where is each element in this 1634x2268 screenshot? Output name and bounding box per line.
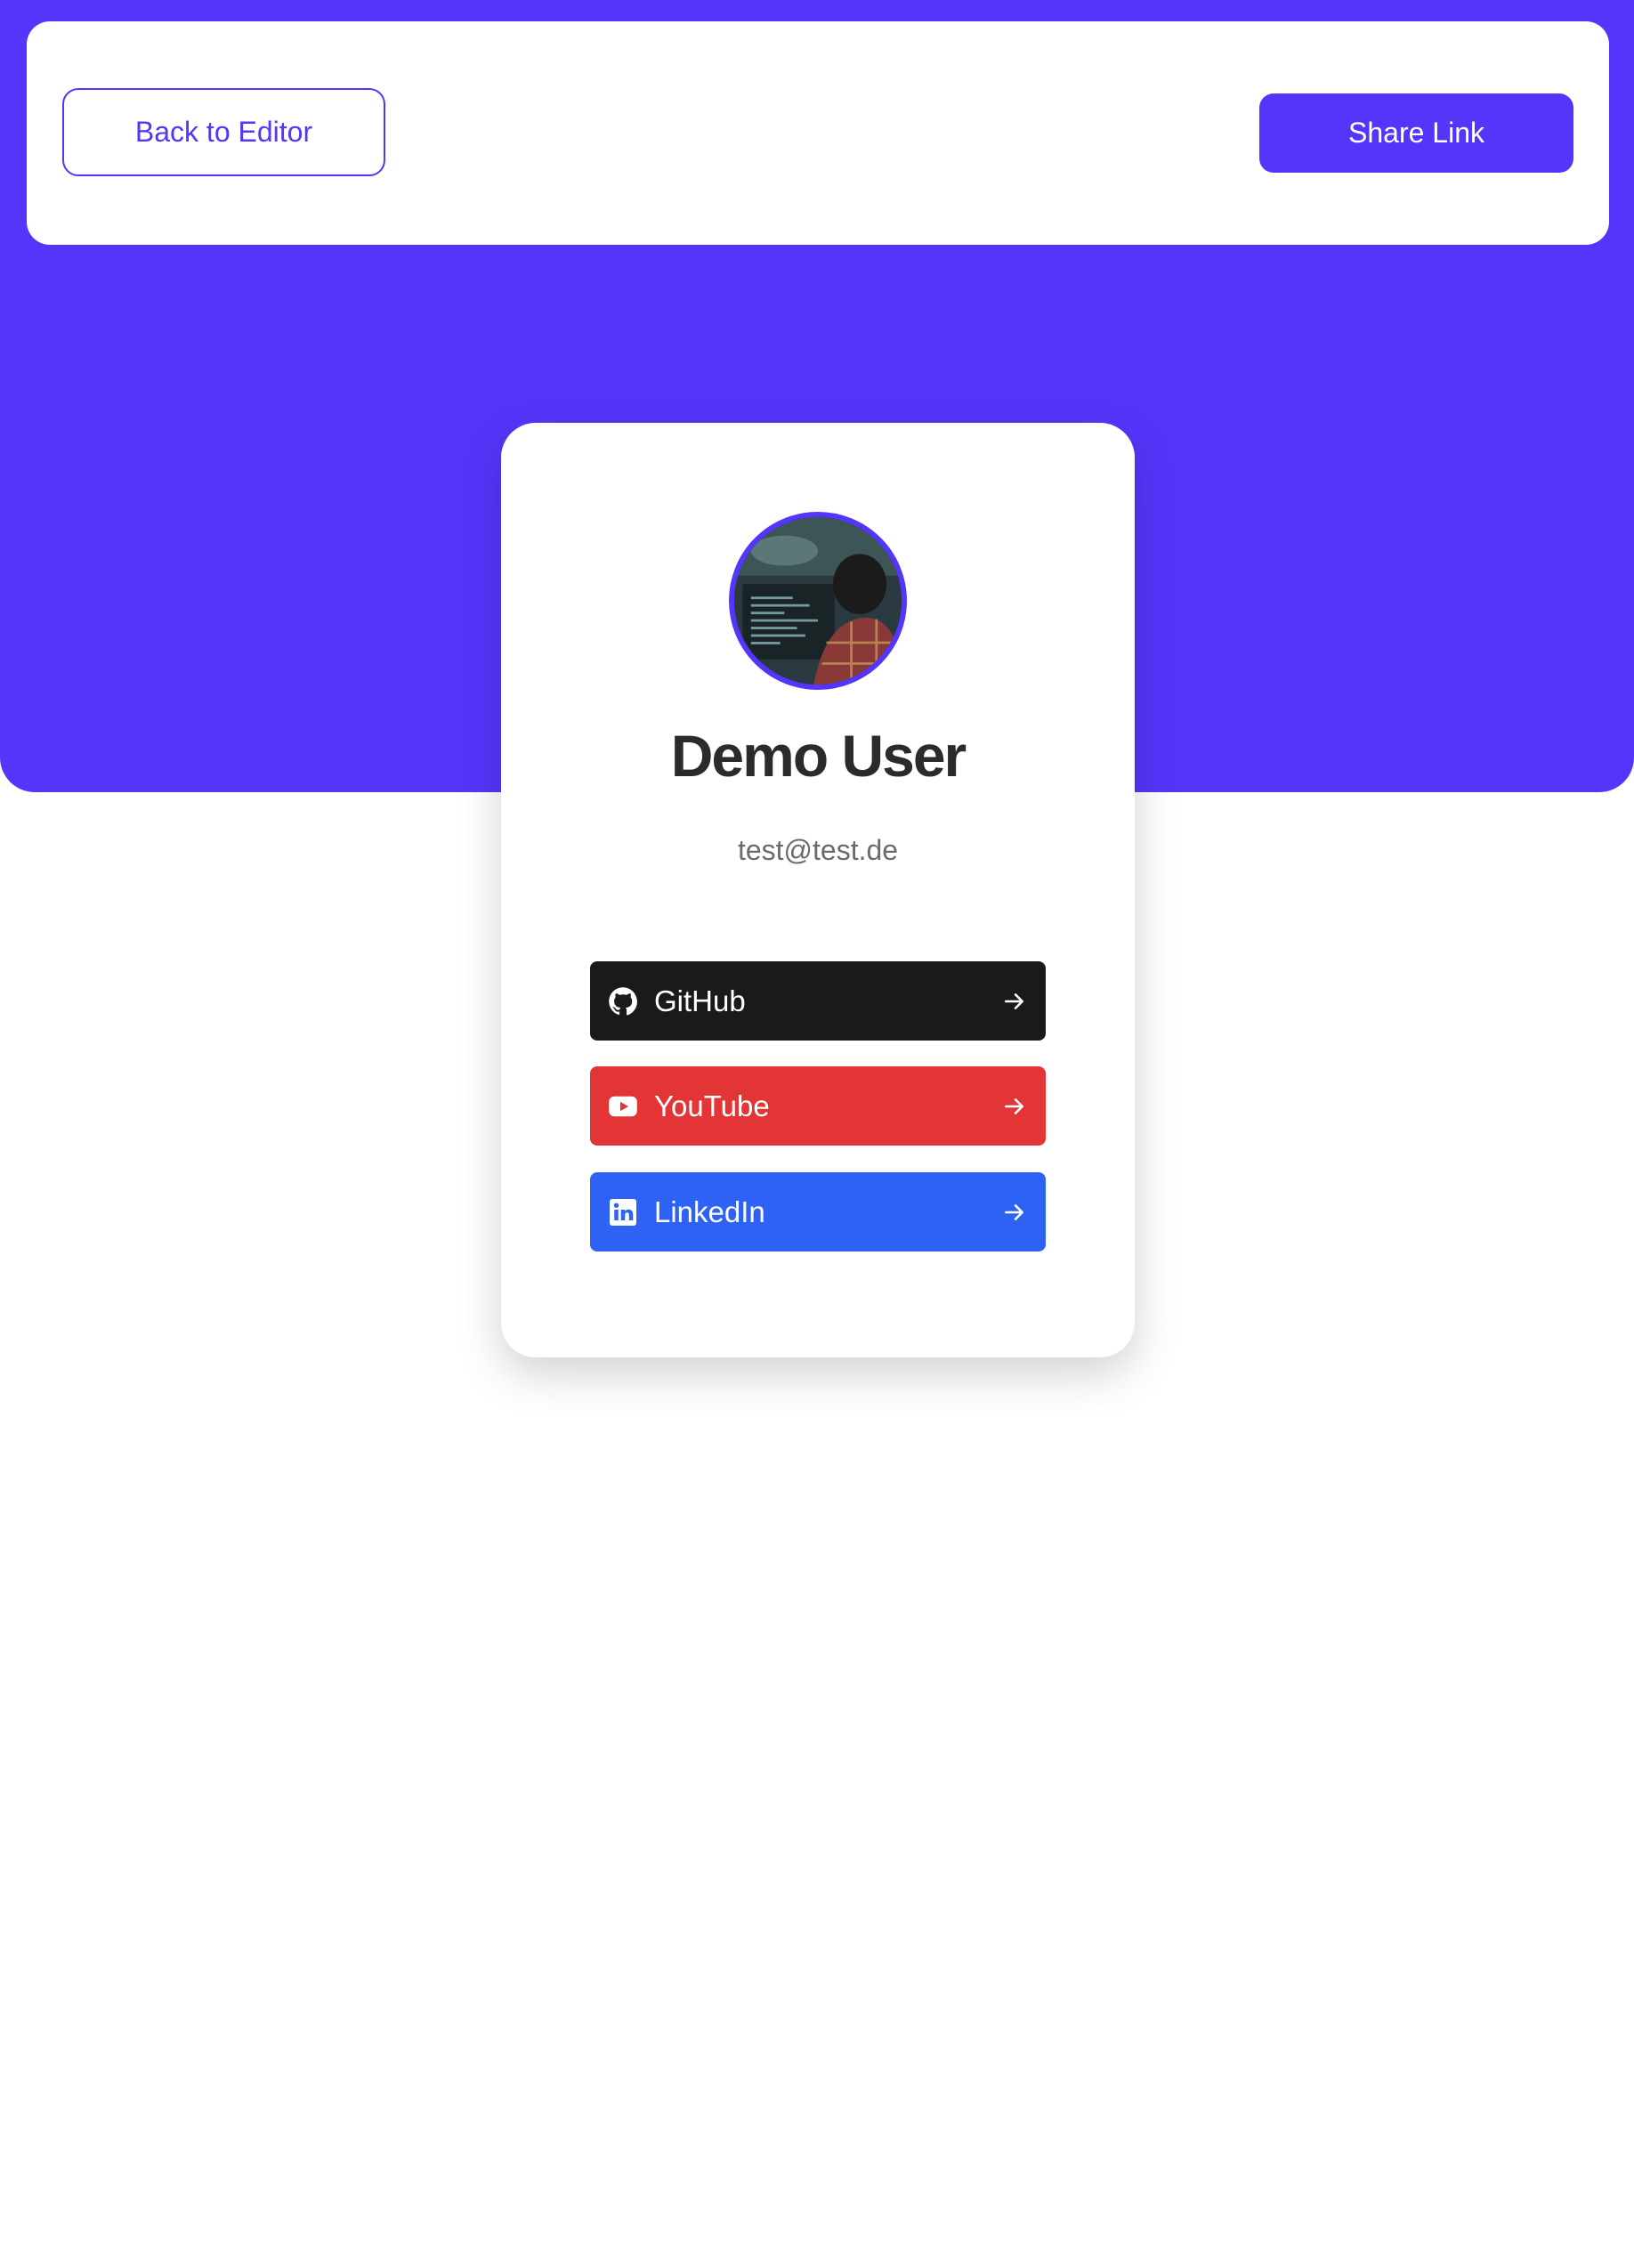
avatar-image bbox=[734, 517, 902, 684]
avatar bbox=[729, 512, 907, 690]
arrow-right-icon bbox=[1003, 1095, 1026, 1118]
back-to-editor-button[interactable]: Back to Editor bbox=[62, 88, 385, 176]
profile-card: Demo User test@test.de GitHub YouTube Li… bbox=[501, 423, 1135, 1357]
arrow-right-icon bbox=[1003, 990, 1026, 1013]
profile-name: Demo User bbox=[670, 723, 967, 789]
link-github[interactable]: GitHub bbox=[590, 961, 1046, 1041]
link-label: LinkedIn bbox=[654, 1195, 765, 1228]
link-label: YouTube bbox=[654, 1089, 770, 1122]
share-link-button[interactable]: Share Link bbox=[1259, 93, 1573, 173]
top-bar: Back to Editor Share Link bbox=[27, 21, 1609, 245]
profile-email: test@test.de bbox=[737, 834, 899, 866]
linkedin-icon bbox=[607, 1196, 639, 1228]
arrow-right-icon bbox=[1003, 1201, 1026, 1224]
link-youtube[interactable]: YouTube bbox=[590, 1066, 1046, 1146]
link-linkedin[interactable]: LinkedIn bbox=[590, 1172, 1046, 1251]
link-label: GitHub bbox=[654, 984, 746, 1017]
youtube-icon bbox=[607, 1090, 639, 1122]
github-icon bbox=[607, 985, 639, 1017]
